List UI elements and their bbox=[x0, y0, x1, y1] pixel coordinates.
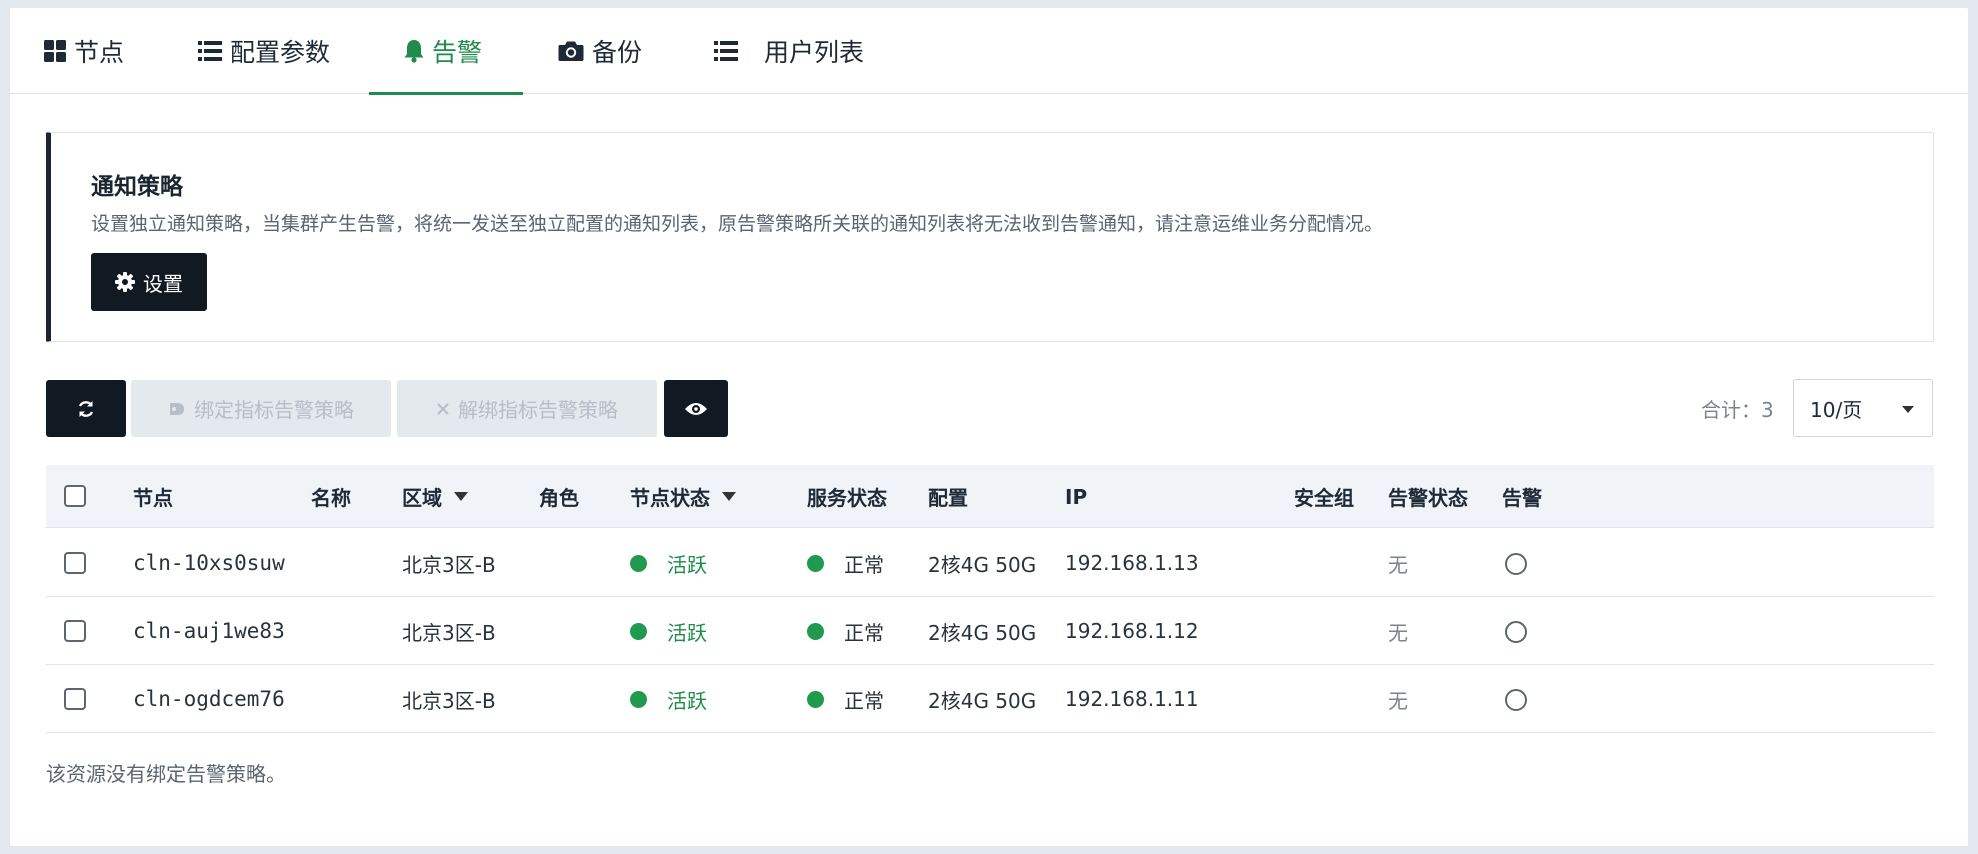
chevron-down-icon bbox=[1902, 406, 1914, 413]
header-node-status-label: 节点状态 bbox=[630, 486, 710, 510]
alert-radio[interactable] bbox=[1505, 689, 1527, 711]
cell-node: cln-10xs0suw bbox=[133, 551, 285, 575]
table-row[interactable]: cln-ogdcem76 北京3区-B 活跃 正常 2核4G 50G 192.1… bbox=[46, 665, 1934, 733]
cell-node-status: 活跃 bbox=[630, 665, 707, 733]
node-status-text: 活跃 bbox=[667, 688, 707, 713]
settings-label: 设置 bbox=[143, 271, 183, 296]
cell-node: cln-auj1we83 bbox=[133, 619, 285, 643]
unbind-alert-policy-button[interactable]: 解绑指标告警策略 bbox=[397, 380, 657, 437]
header-alert-status: 告警状态 bbox=[1388, 486, 1468, 510]
status-dot bbox=[807, 690, 824, 708]
header-role: 角色 bbox=[539, 486, 579, 510]
column-visibility-button[interactable] bbox=[664, 380, 728, 437]
cell-config: 2核4G 50G bbox=[928, 552, 1037, 577]
list-icon bbox=[198, 40, 222, 62]
filter-caret-icon[interactable] bbox=[722, 492, 736, 501]
page-size-select[interactable]: 10/页 bbox=[1793, 379, 1933, 437]
active-tab-indicator bbox=[369, 92, 523, 95]
row-checkbox[interactable] bbox=[64, 552, 86, 574]
refresh-button[interactable] bbox=[46, 380, 126, 437]
header-name: 名称 bbox=[311, 486, 351, 510]
tab-label: 节点 bbox=[74, 38, 125, 67]
eye-icon bbox=[684, 401, 708, 417]
bind-icon bbox=[168, 400, 186, 418]
bind-label: 绑定指标告警策略 bbox=[194, 398, 354, 422]
alert-radio[interactable] bbox=[1505, 553, 1527, 575]
filter-caret-icon[interactable] bbox=[454, 492, 468, 501]
total-count: 合计：3 bbox=[1701, 398, 1774, 422]
no-policy-note: 该资源没有绑定告警策略。 bbox=[46, 762, 286, 786]
tab-bar: 节点 配置参数 告警 备份 用户列表 bbox=[10, 8, 1968, 95]
header-node: 节点 bbox=[133, 486, 173, 510]
header-alert: 告警 bbox=[1502, 486, 1542, 510]
service-status-text: 正常 bbox=[844, 620, 884, 645]
gear-icon bbox=[115, 272, 135, 292]
cell-node-status: 活跃 bbox=[630, 529, 707, 597]
unbind-label: 解绑指标告警策略 bbox=[458, 398, 618, 422]
cell-alert-status: 无 bbox=[1388, 620, 1408, 645]
bind-alert-policy-button[interactable]: 绑定指标告警策略 bbox=[131, 380, 391, 437]
cell-zone: 北京3区-B bbox=[402, 620, 496, 645]
status-dot bbox=[630, 622, 647, 640]
header-ip: IP bbox=[1065, 484, 1088, 509]
notice-title: 通知策略 bbox=[91, 174, 183, 200]
cell-ip: 192.168.1.13 bbox=[1065, 551, 1199, 575]
close-icon bbox=[436, 402, 450, 416]
cell-config: 2核4G 50G bbox=[928, 688, 1037, 713]
main-panel: 节点 配置参数 告警 备份 用户列表 通知策略 设置独立通知策略，当集群产生告警… bbox=[10, 8, 1968, 846]
refresh-icon bbox=[76, 399, 96, 419]
bell-icon bbox=[404, 39, 424, 63]
table-row[interactable]: cln-auj1we83 北京3区-B 活跃 正常 2核4G 50G 192.1… bbox=[46, 597, 1934, 665]
cell-ip: 192.168.1.12 bbox=[1065, 619, 1199, 643]
cell-alert-status: 无 bbox=[1388, 688, 1408, 713]
tab-backup[interactable]: 备份 bbox=[558, 8, 642, 94]
node-status-text: 活跃 bbox=[667, 552, 707, 577]
settings-button[interactable]: 设置 bbox=[91, 253, 207, 311]
tab-label: 告警 bbox=[432, 38, 483, 67]
status-dot bbox=[807, 554, 824, 572]
header-service-status: 服务状态 bbox=[807, 486, 887, 510]
cell-ip: 192.168.1.11 bbox=[1065, 687, 1199, 711]
page-size-value: 10/页 bbox=[1810, 397, 1863, 422]
header-config: 配置 bbox=[928, 486, 968, 510]
alert-radio[interactable] bbox=[1505, 621, 1527, 643]
cell-service-status: 正常 bbox=[807, 665, 884, 733]
cell-zone: 北京3区-B bbox=[402, 688, 496, 713]
tab-label: 用户列表 bbox=[764, 38, 865, 67]
status-dot bbox=[630, 690, 647, 708]
cell-service-status: 正常 bbox=[807, 597, 884, 665]
tab-label: 备份 bbox=[592, 38, 643, 67]
tab-alerts[interactable]: 告警 bbox=[404, 8, 482, 94]
status-dot bbox=[807, 622, 824, 640]
cell-alert-status: 无 bbox=[1388, 552, 1408, 577]
header-security-group: 安全组 bbox=[1294, 486, 1354, 510]
header-node-status[interactable]: 节点状态 bbox=[630, 465, 736, 528]
header-zone[interactable]: 区域 bbox=[402, 465, 468, 528]
table-header: 节点 名称 区域 角色 节点状态 服务状态 配置 IP 安全组 告警状态 告警 bbox=[46, 465, 1934, 528]
tab-user-list[interactable]: 用户列表 bbox=[714, 8, 864, 94]
tab-config-params[interactable]: 配置参数 bbox=[198, 8, 330, 94]
list-icon bbox=[714, 40, 738, 62]
header-zone-label: 区域 bbox=[402, 486, 442, 510]
status-dot bbox=[630, 554, 647, 572]
notice-text: 设置独立通知策略，当集群产生告警，将统一发送至独立配置的通知列表，原告警策略所关… bbox=[91, 213, 1384, 235]
service-status-text: 正常 bbox=[844, 688, 884, 713]
camera-icon bbox=[558, 40, 584, 62]
cell-node-status: 活跃 bbox=[630, 597, 707, 665]
cell-config: 2核4G 50G bbox=[928, 620, 1037, 645]
table-row[interactable]: cln-10xs0suw 北京3区-B 活跃 正常 2核4G 50G 192.1… bbox=[46, 529, 1934, 597]
service-status-text: 正常 bbox=[844, 552, 884, 577]
row-checkbox[interactable] bbox=[64, 620, 86, 642]
row-checkbox[interactable] bbox=[64, 688, 86, 710]
select-all-checkbox[interactable] bbox=[64, 485, 86, 507]
node-status-text: 活跃 bbox=[667, 620, 707, 645]
tab-label: 配置参数 bbox=[230, 38, 331, 67]
cell-service-status: 正常 bbox=[807, 529, 884, 597]
cell-node: cln-ogdcem76 bbox=[133, 687, 285, 711]
grid-icon bbox=[44, 40, 66, 62]
notification-policy-box: 通知策略 设置独立通知策略，当集群产生告警，将统一发送至独立配置的通知列表，原告… bbox=[46, 132, 1934, 342]
cell-zone: 北京3区-B bbox=[402, 552, 496, 577]
tab-nodes[interactable]: 节点 bbox=[44, 8, 124, 94]
